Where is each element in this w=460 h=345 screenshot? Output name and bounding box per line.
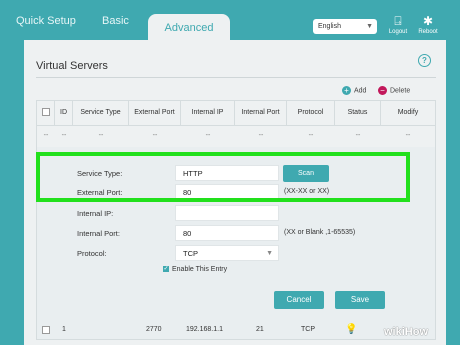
protocol-select[interactable]: TCP ▼ [175, 245, 279, 261]
language-select[interactable]: English ▼ [313, 19, 377, 34]
dash-cell: -- [43, 132, 49, 139]
reboot-label: Reboot [418, 29, 438, 35]
cancel-button[interactable]: Cancel [274, 291, 324, 309]
dash-cell: -- [61, 132, 67, 139]
internal-port-hint: (XX or Blank ,1-65535) [284, 229, 356, 236]
row-protocol: TCP [301, 326, 315, 333]
tab-basic[interactable]: Basic [102, 15, 129, 27]
check-icon: ✓ [163, 266, 169, 273]
page-title: Virtual Servers [36, 60, 108, 72]
header-internal-ip: Internal IP [181, 101, 235, 125]
dash-cell: -- [205, 132, 211, 139]
dash-cell: -- [308, 132, 314, 139]
dash-cell: -- [355, 132, 361, 139]
table-header: ID Service Type External Port Internal I… [37, 101, 435, 126]
internal-ip-label: Internal IP: [77, 209, 114, 218]
header-protocol: Protocol [287, 101, 335, 125]
header-internal-port: Internal Port [235, 101, 287, 125]
row-id: 1 [62, 326, 66, 333]
delete-label: Delete [390, 87, 411, 95]
row-external-port: 2770 [146, 326, 162, 333]
top-navigation: Quick Setup Basic Advanced English ▼ ⍈ L… [0, 0, 460, 40]
row-checkbox[interactable] [42, 326, 50, 334]
language-selected: English [318, 23, 341, 30]
row-internal-ip: 192.168.1.1 [186, 326, 223, 333]
logout-button[interactable]: ⍈ Logout [386, 14, 410, 35]
header-id: ID [55, 101, 73, 125]
internal-port-input[interactable]: 80 [175, 225, 279, 241]
minus-icon: − [378, 86, 387, 95]
enable-entry-label: Enable This Entry [172, 266, 228, 273]
highlight-box [36, 152, 410, 202]
header-modify: Modify [397, 109, 419, 116]
title-divider [36, 77, 436, 78]
save-button[interactable]: Save [335, 291, 385, 309]
logout-icon: ⍈ [394, 14, 402, 28]
help-icon[interactable]: ? [418, 54, 431, 67]
plus-icon: + [342, 86, 351, 95]
reboot-button[interactable]: ✱ Reboot [416, 14, 440, 35]
row-internal-port: 21 [256, 326, 264, 333]
internal-ip-input[interactable] [175, 205, 279, 221]
protocol-label: Protocol: [77, 249, 107, 258]
select-all-checkbox[interactable] [37, 101, 55, 125]
header-status: Status [335, 101, 381, 125]
status-bulb-icon[interactable]: 💡 [345, 324, 357, 335]
add-label: Add [354, 87, 367, 95]
dash-cell: -- [258, 132, 264, 139]
chevron-down-icon: ▼ [366, 23, 373, 30]
tab-advanced[interactable]: Advanced [148, 14, 230, 40]
chevron-down-icon: ▼ [266, 250, 273, 257]
enable-entry-checkbox[interactable]: ✓ Enable This Entry [163, 266, 227, 273]
protocol-selected: TCP [183, 249, 198, 258]
add-button[interactable]: + Add [342, 86, 366, 95]
logout-label: Logout [388, 29, 408, 35]
dash-cell: -- [98, 132, 104, 139]
internal-port-label: Internal Port: [77, 229, 120, 238]
dash-cell: -- [152, 132, 158, 139]
tab-quick-setup[interactable]: Quick Setup [16, 15, 76, 27]
reboot-icon: ✱ [422, 14, 434, 28]
delete-button[interactable]: − Delete [378, 86, 410, 95]
dash-cell: -- [405, 132, 411, 139]
header-service-type: Service Type [73, 101, 129, 125]
header-external-port: External Port [129, 101, 181, 125]
watermark: wikiHow [384, 326, 429, 338]
